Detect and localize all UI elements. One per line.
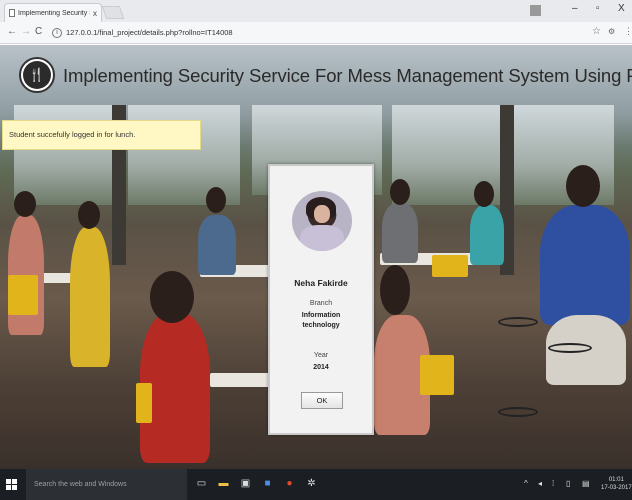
page-content: 🍴 Implementing Security Service For Mess… — [0, 45, 632, 469]
site-title: Implementing Security Service For Mess M… — [63, 65, 632, 86]
address-bar-row: ← → C i 127.0.0.1/final_project/details.… — [0, 22, 632, 44]
store-icon[interactable]: ▣ — [240, 478, 251, 490]
browser-tab[interactable]: Implementing Security S x — [4, 3, 102, 22]
ok-button[interactable]: OK — [301, 392, 343, 409]
close-window-button[interactable]: X — [618, 3, 625, 14]
user-profile-icon[interactable] — [530, 5, 541, 16]
tab-close-icon[interactable]: x — [93, 9, 97, 18]
taskbar-search-input[interactable]: Search the web and Windows — [26, 469, 187, 500]
reload-icon[interactable]: C — [35, 26, 42, 37]
year-label: Year — [313, 352, 329, 359]
battery-icon[interactable]: ▯ — [566, 479, 570, 488]
network-icon[interactable]: ⁞ — [552, 479, 554, 488]
back-arrow-icon[interactable]: ← — [7, 26, 17, 37]
taskbar-clock[interactable]: 01:01 17-03-2017 — [601, 476, 632, 492]
extension-icon[interactable]: ⚙ — [608, 27, 615, 36]
windows-start-icon[interactable] — [6, 479, 17, 490]
url-input[interactable]: 127.0.0.1/final_project/details.php?roll… — [66, 28, 233, 37]
notification-icon[interactable]: ▤ — [582, 479, 590, 488]
clock-date: 17-03-2017 — [601, 485, 632, 491]
task-view-icon[interactable]: ▭ — [196, 478, 207, 490]
site-header: 🍴 Implementing Security Service For Mess… — [0, 45, 632, 111]
bookmark-star-icon[interactable]: ☆ — [592, 26, 601, 37]
fork-knife-icon: 🍴 — [23, 61, 51, 89]
student-details-dialog: Neha Fakirde Branch Information technolo… — [268, 164, 374, 435]
windows-taskbar: Search the web and Windows ▭ ▬ ▣ ■ ● ✲ ^… — [0, 469, 632, 500]
forward-arrow-icon[interactable]: → — [21, 26, 31, 37]
chrome-icon[interactable]: ● — [284, 478, 295, 490]
mess-logo: 🍴 — [19, 57, 55, 93]
maximize-button[interactable]: ▫ — [596, 3, 600, 14]
new-tab-button[interactable] — [101, 6, 125, 19]
tab-title: Implementing Security S — [18, 9, 90, 17]
browser-menu-icon[interactable]: ⋮ — [624, 26, 632, 37]
login-success-alert: Student succefully logged in for lunch. — [2, 120, 201, 150]
volume-icon[interactable]: ◂ — [538, 479, 542, 488]
branch-value-line2: technology — [302, 322, 340, 329]
student-name: Neha Fakirde — [294, 278, 348, 288]
branch-label: Branch — [309, 300, 333, 307]
info-icon[interactable]: i — [52, 28, 62, 38]
browser-tab-bar: Implementing Security S x – ▫ X — [0, 0, 632, 22]
page-icon — [9, 9, 15, 17]
clock-time: 01:01 — [608, 477, 624, 483]
settings-icon[interactable]: ✲ — [306, 478, 317, 490]
branch-value-line1: Information — [301, 312, 341, 319]
student-avatar — [292, 191, 352, 251]
year-value: 2014 — [313, 364, 329, 371]
minimize-button[interactable]: – — [572, 3, 578, 14]
tray-up-icon[interactable]: ^ — [524, 479, 528, 488]
file-explorer-icon[interactable]: ▬ — [218, 478, 229, 490]
mail-icon[interactable]: ■ — [262, 478, 273, 490]
